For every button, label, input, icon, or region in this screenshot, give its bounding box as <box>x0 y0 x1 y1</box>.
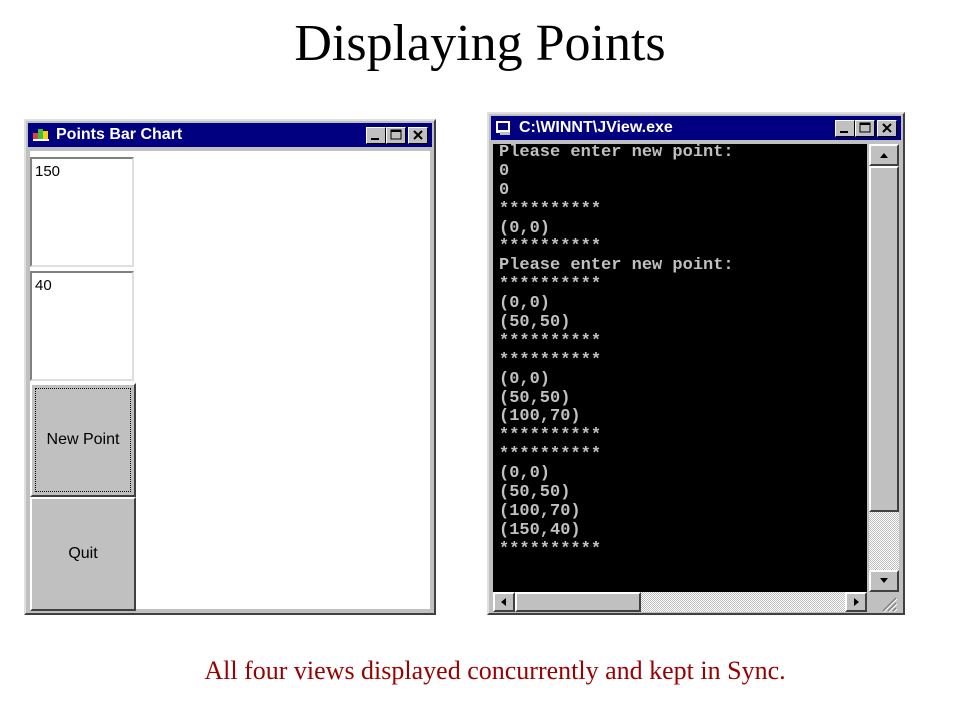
console-line: ********** <box>499 199 602 219</box>
console-line: ********** <box>499 331 602 351</box>
minimize-button[interactable] <box>835 120 855 137</box>
vertical-scroll-thumb[interactable] <box>869 166 899 512</box>
minimize-icon <box>371 138 379 140</box>
close-icon <box>882 123 892 133</box>
console-line: (150,40) <box>499 520 581 540</box>
console-line: (100,70) <box>499 501 581 521</box>
arrow-down-icon <box>880 578 888 583</box>
minimize-icon <box>840 131 848 133</box>
slide-caption: All four views displayed concurrently an… <box>204 656 786 685</box>
console-line: 0 <box>499 161 510 181</box>
console-line: ********** <box>499 445 602 465</box>
console-line: (50,50) <box>499 388 571 408</box>
points-bar-chart-window: Points Bar Chart 150 40 New Point Quit <box>24 119 436 615</box>
close-button[interactable] <box>408 127 428 144</box>
console-window: C:\WINNT\JView.exe Please enter new poin… <box>487 112 905 615</box>
window-title: Points Bar Chart <box>56 126 183 143</box>
console-line: (0,0) <box>499 369 551 389</box>
close-button[interactable] <box>877 120 897 137</box>
focus-rect <box>35 388 131 492</box>
y-input-field[interactable]: 40 <box>30 271 134 381</box>
scroll-up-button[interactable] <box>869 144 899 166</box>
window-client: 150 40 New Point Quit <box>30 151 430 611</box>
scroll-right-button[interactable] <box>845 592 867 612</box>
console-line: (50,50) <box>499 313 571 333</box>
vertical-scrollbar[interactable] <box>869 144 899 592</box>
maximize-icon <box>390 129 402 140</box>
console-line: (0,0) <box>499 294 551 314</box>
x-input-field[interactable]: 150 <box>30 157 134 267</box>
arrow-left-icon <box>501 598 506 606</box>
console-line: (50,50) <box>499 483 571 503</box>
console-output[interactable]: Please enter new point: 0 0 ********** (0,0)… <box>493 144 867 592</box>
close-icon <box>413 130 423 140</box>
maximize-icon <box>859 122 871 133</box>
console-line: ********** <box>499 237 602 257</box>
console-line: (0,0) <box>499 218 551 238</box>
console-line: Please enter new point: <box>499 144 734 162</box>
title-bar[interactable]: C:\WINNT\JView.exe <box>491 116 901 140</box>
console-line: ********** <box>499 275 602 295</box>
maximize-button[interactable] <box>855 120 875 137</box>
arrow-up-icon <box>880 153 888 158</box>
window-title: C:\WINNT\JView.exe <box>519 119 673 136</box>
quit-label: Quit <box>68 545 98 562</box>
console-line: ********** <box>499 426 602 446</box>
arrow-right-icon <box>854 598 859 606</box>
console-line: (0,0) <box>499 464 551 484</box>
quit-button[interactable]: Quit <box>30 497 136 611</box>
minimize-button[interactable] <box>366 127 386 144</box>
bar-chart-canvas <box>138 151 438 301</box>
resize-grip-icon <box>882 597 898 613</box>
java-app-icon <box>33 129 49 141</box>
title-bar[interactable]: Points Bar Chart <box>28 123 432 147</box>
console-app-icon <box>496 121 510 135</box>
console-line: Please enter new point: <box>499 256 734 276</box>
console-line: ********** <box>499 350 602 370</box>
scroll-down-button[interactable] <box>869 570 899 592</box>
new-point-button[interactable]: New Point <box>30 383 136 497</box>
horizontal-scrollbar[interactable] <box>493 592 867 612</box>
horizontal-scroll-thumb[interactable] <box>515 592 641 612</box>
console-line: (100,70) <box>499 407 581 427</box>
console-line: ********** <box>499 539 602 559</box>
console-line: 0 <box>499 180 510 200</box>
scroll-left-button[interactable] <box>493 592 515 612</box>
resize-grip[interactable] <box>869 592 899 613</box>
slide-title: Displaying Points <box>294 15 666 72</box>
maximize-button[interactable] <box>386 127 406 144</box>
